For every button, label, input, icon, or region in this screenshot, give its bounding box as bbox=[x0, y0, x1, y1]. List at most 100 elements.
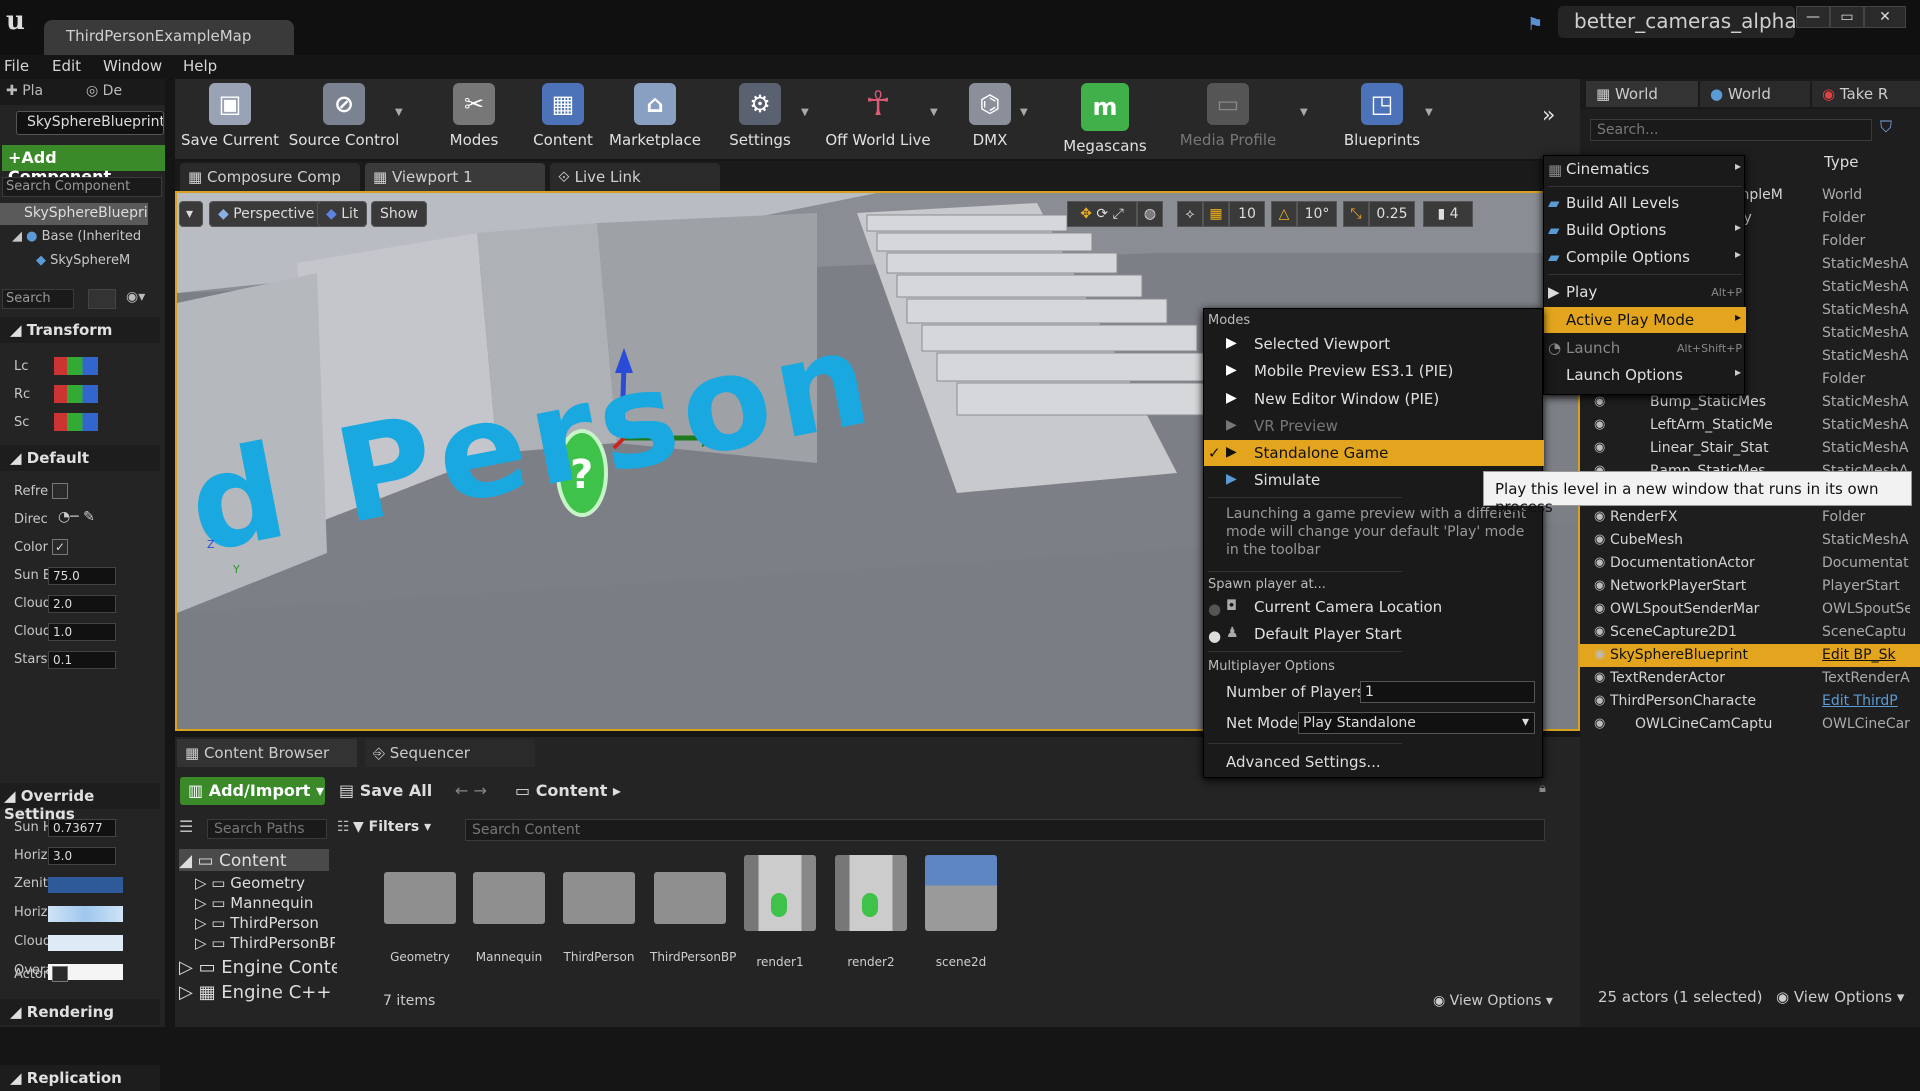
off-world-live-button[interactable]: ☥ Off World Live bbox=[823, 83, 933, 159]
menu-build-all[interactable]: ▰ Build All Levels bbox=[1544, 190, 1746, 216]
add-component-button[interactable]: +Add Component bbox=[2, 145, 165, 186]
save-current-button[interactable]: ▣ Save Current bbox=[175, 83, 285, 159]
tab-world-settings[interactable]: ● World bbox=[1700, 81, 1810, 107]
cloud-opacity-field[interactable]: 1.0 bbox=[48, 623, 116, 641]
filters-button[interactable]: ▼ Filters ▾ bbox=[353, 819, 431, 835]
close-button[interactable]: ✕ bbox=[1864, 6, 1906, 28]
section-transform[interactable]: ◢ Transform bbox=[0, 317, 160, 343]
visibility-eye-icon[interactable]: ◉ bbox=[1594, 509, 1605, 524]
outliner-row[interactable]: ◉ RenderFX Folder bbox=[1580, 506, 1920, 529]
grid-view-icon[interactable] bbox=[88, 289, 116, 309]
outliner-row[interactable]: ◉ LeftArm_StaticMe StaticMeshA bbox=[1580, 414, 1920, 437]
rotation-snap-value[interactable]: 10° bbox=[1297, 201, 1337, 227]
modes-button[interactable]: ✂ Modes bbox=[431, 83, 517, 159]
asset-render2[interactable]: render2 bbox=[831, 855, 911, 969]
blueprint-button[interactable]: SkySphereBlueprint bbox=[16, 111, 164, 135]
grid-snap-value[interactable]: 10 bbox=[1229, 201, 1265, 227]
location-xyz[interactable] bbox=[54, 357, 98, 375]
asset-geometry[interactable]: Geometry bbox=[380, 852, 460, 964]
mode-standalone-game[interactable]: ✓ ▶ Standalone Game bbox=[1204, 440, 1544, 466]
net-mode-select[interactable]: Play Standalone ▾ bbox=[1298, 712, 1535, 734]
zenith-color[interactable] bbox=[48, 877, 123, 893]
visibility-eye-icon[interactable]: ◉ bbox=[1594, 440, 1605, 455]
tree-thirdpersonbp[interactable]: ▷ ▭ ThirdPersonBP bbox=[195, 934, 335, 952]
save-all-button[interactable]: ▤ Save All bbox=[339, 781, 432, 800]
tree-engine-content[interactable]: ▷ ▭ Engine Conter bbox=[179, 957, 337, 978]
num-players-field[interactable]: 1 bbox=[1360, 681, 1535, 703]
grid-snap-icon[interactable]: ▦ bbox=[1203, 201, 1229, 227]
outliner-row[interactable]: ◉ CubeMesh StaticMeshA bbox=[1580, 529, 1920, 552]
outliner-row[interactable]: ◉ OWLCineCamCaptu OWLCineCar bbox=[1580, 713, 1920, 736]
minimize-button[interactable]: — bbox=[1796, 6, 1830, 28]
outliner-row[interactable]: ◉ SceneCapture2D1 SceneCaptu bbox=[1580, 621, 1920, 644]
dmx-button[interactable]: ⌬ DMX bbox=[955, 83, 1025, 159]
menu-edit[interactable]: Edit bbox=[52, 57, 81, 75]
search-details-input[interactable]: Search bbox=[2, 289, 74, 309]
menu-help[interactable]: Help bbox=[183, 57, 217, 75]
maximize-button[interactable]: ▭ bbox=[1830, 6, 1864, 28]
section-default[interactable]: ◢ Default bbox=[0, 445, 160, 471]
visibility-eye-icon[interactable]: ◉ bbox=[1594, 647, 1605, 662]
horizon-color[interactable] bbox=[48, 906, 123, 922]
tab-sequencer[interactable]: ⎆ Sequencer bbox=[365, 739, 535, 767]
scale-xyz[interactable] bbox=[54, 413, 98, 431]
horizon-field[interactable]: 3.0 bbox=[48, 847, 116, 865]
view-options-button[interactable]: ◉ View Options ▾ bbox=[1433, 993, 1553, 1009]
content-button[interactable]: ▦ Content bbox=[523, 83, 603, 159]
add-filter-icon[interactable]: ⛉ bbox=[1880, 117, 1892, 137]
refresh-checkbox[interactable] bbox=[52, 483, 68, 499]
asset-render1[interactable]: render1 bbox=[740, 855, 820, 969]
surface-snap-icon[interactable]: ⟡ bbox=[1177, 201, 1203, 227]
menu-compile-options[interactable]: ▰ Compile Options ▸ bbox=[1544, 244, 1746, 270]
add-import-button[interactable]: ▥ Add/Import ▾ bbox=[180, 777, 325, 805]
scale-snap-value[interactable]: 0.25 bbox=[1369, 201, 1415, 227]
mode-vr-preview[interactable]: ▶ VR Preview bbox=[1204, 413, 1544, 439]
rotation-xyz[interactable] bbox=[54, 385, 98, 403]
settings-button[interactable]: ⚙ Settings bbox=[715, 83, 805, 159]
type-column-header[interactable]: Type bbox=[1824, 153, 1858, 171]
tab-viewport-1[interactable]: ▦ Viewport 1 bbox=[365, 163, 545, 191]
camera-speed-button[interactable]: ▮ 4 bbox=[1423, 201, 1473, 227]
visibility-eye-icon[interactable]: ◉ bbox=[1594, 716, 1605, 731]
section-override[interactable]: ◢ Override Settings bbox=[0, 783, 160, 823]
direction-picker-icon[interactable]: ◔─ ✎ bbox=[58, 509, 95, 525]
sun-brightness-field[interactable]: 75.0 bbox=[48, 567, 116, 585]
menu-cinematics[interactable]: ▦ Cinematics ▸ bbox=[1544, 156, 1746, 182]
stars-field[interactable]: 0.1 bbox=[48, 651, 116, 669]
search-paths-input[interactable]: Search Paths bbox=[207, 819, 327, 839]
perspective-button[interactable]: ◆ Perspective bbox=[209, 201, 324, 227]
viewport-options-button[interactable]: ▾ bbox=[179, 201, 203, 227]
marketplace-button[interactable]: ⌂ Marketplace bbox=[605, 83, 705, 159]
rotation-snap-icon[interactable]: △ bbox=[1271, 201, 1297, 227]
media-profile-button[interactable]: ▭ Media Profile bbox=[1173, 83, 1283, 159]
eye-icon[interactable]: ◉▾ bbox=[126, 289, 145, 305]
outliner-view-options-button[interactable]: ◉ View Options ▾ bbox=[1776, 988, 1904, 1006]
section-rendering[interactable]: ◢ Rendering bbox=[0, 999, 160, 1025]
unreal-logo-icon[interactable]: u bbox=[6, 6, 25, 36]
outliner-row[interactable]: ◉ TextRenderActor TextRenderA bbox=[1580, 667, 1920, 690]
tree-mannequin[interactable]: ▷ ▭ Mannequin bbox=[195, 894, 313, 912]
outliner-search-input[interactable]: Search... bbox=[1590, 119, 1872, 141]
asset-thirdpersonbp[interactable]: ThirdPersonBP bbox=[650, 852, 736, 964]
visibility-eye-icon[interactable]: ◉ bbox=[1594, 670, 1605, 685]
outliner-row[interactable]: ◉ Linear_Stair_Stat StaticMeshA bbox=[1580, 437, 1920, 460]
asset-thirdperson[interactable]: ThirdPerson bbox=[559, 852, 639, 964]
transform-mode-icons[interactable]: ✥ ⟳ ⤢ bbox=[1067, 201, 1137, 227]
menu-build-options[interactable]: ▰ Build Options ▸ bbox=[1544, 217, 1746, 243]
menu-launch-options[interactable]: Launch Options ▸ bbox=[1544, 362, 1746, 388]
menu-play[interactable]: ▶ Play Alt+P bbox=[1544, 279, 1746, 305]
color-checkbox[interactable]: ✓ bbox=[52, 539, 68, 555]
tab-content-browser[interactable]: ▦ Content Browser bbox=[177, 739, 357, 767]
component-base[interactable]: ◢ ● Base (Inherited bbox=[12, 229, 148, 244]
mode-mobile-preview[interactable]: ▶ Mobile Preview ES3.1 (PIE) bbox=[1204, 358, 1544, 384]
outliner-row[interactable]: ◉ SkySphereBlueprint Edit BP_Sk bbox=[1580, 644, 1920, 667]
details-tab[interactable]: ◎ De bbox=[86, 83, 122, 105]
source-control-button[interactable]: ⊘ Source Control bbox=[283, 83, 405, 159]
megascans-button[interactable]: m Megascans bbox=[1055, 83, 1155, 159]
tab-take-recorder[interactable]: ◉ Take R bbox=[1812, 81, 1920, 107]
tab-world-outliner[interactable]: ▦ World bbox=[1586, 81, 1698, 107]
tab-composure[interactable]: ▦ Composure Comp bbox=[180, 163, 360, 191]
menu-file[interactable]: File bbox=[4, 57, 29, 75]
lit-button[interactable]: ◆ Lit bbox=[317, 201, 368, 227]
spawn-default-player-start[interactable]: ● ♟ Default Player Start bbox=[1204, 621, 1544, 647]
